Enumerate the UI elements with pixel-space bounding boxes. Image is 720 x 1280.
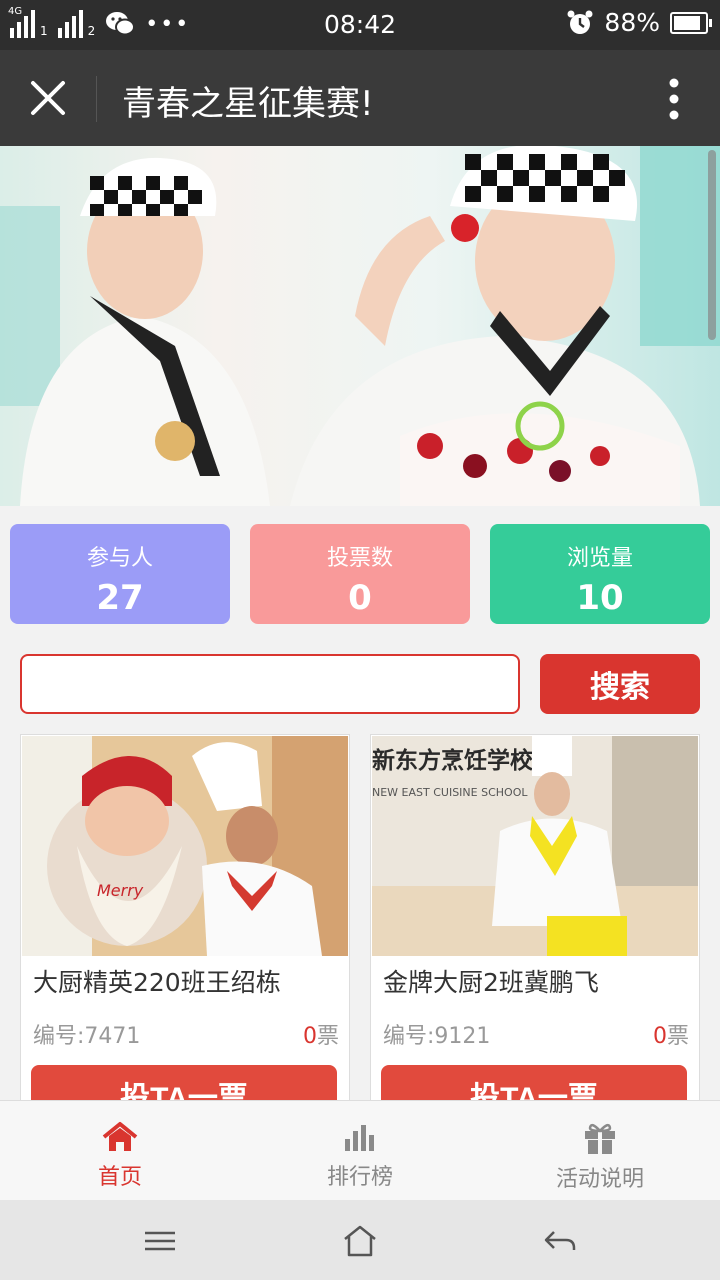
stat-value: 0 [348, 578, 372, 618]
entry-number: 编号:9121 [383, 1024, 491, 1049]
chefs-illustration [0, 146, 720, 506]
title-divider [96, 76, 97, 122]
search-input[interactable] [20, 654, 520, 714]
search-button[interactable]: 搜索 [540, 654, 700, 714]
stat-participants: 参与人 27 [10, 524, 230, 624]
vote-unit: 票 [316, 1024, 339, 1049]
entry-card[interactable]: Merry 大厨精英220班王绍栋 编号:7471 0票 投TA一票 [20, 734, 350, 1114]
tab-label: 排行榜 [326, 1165, 393, 1190]
entry-photo[interactable]: 新东方烹饪学校 NEW EAST CUISINE SCHOOL [372, 736, 698, 956]
tab-ranking[interactable]: 排行榜 [240, 1101, 480, 1200]
bottom-tab-bar: 首页 排行榜 活动说明 [0, 1100, 720, 1200]
bar-chart-icon [345, 1125, 374, 1151]
entry-name: 金牌大厨2班冀鹏飞 [383, 968, 599, 997]
vote-unit: 票 [666, 1024, 689, 1049]
stat-label: 浏览量 [566, 546, 633, 571]
title-bar: 青春之星征集赛! [0, 50, 720, 146]
entry-number: 编号:7471 [33, 1024, 141, 1049]
chef-school-photo: 新东方烹饪学校 NEW EAST CUISINE SCHOOL [372, 736, 698, 956]
banner-image [0, 146, 720, 506]
home-icon [102, 1122, 138, 1151]
stats-row: 参与人 27 投票数 0 浏览量 10 [10, 524, 710, 624]
gift-icon [585, 1123, 615, 1154]
stat-value: 27 [96, 578, 144, 618]
entry-photo[interactable]: Merry [22, 736, 348, 956]
school-name-cn: 新东方烹饪学校 [372, 747, 534, 774]
tab-home[interactable]: 首页 [0, 1101, 240, 1200]
scrollbar[interactable] [708, 150, 716, 340]
status-bar: 4G 1 2 ••• 08:42 88% [0, 0, 720, 50]
entry-votes: 0票 [653, 1018, 689, 1050]
page-title: 青春之星征集赛! [122, 84, 374, 124]
entry-card[interactable]: 新东方烹饪学校 NEW EAST CUISINE SCHOOL 金牌大厨2班冀鹏… [370, 734, 700, 1114]
stat-value: 10 [576, 578, 624, 618]
stat-label: 参与人 [86, 546, 153, 571]
menu-icon[interactable] [142, 1224, 178, 1258]
vote-count: 0 [302, 1024, 317, 1049]
tab-label: 首页 [97, 1165, 142, 1190]
chef-santa-photo: Merry [22, 736, 348, 956]
stat-views: 浏览量 10 [490, 524, 710, 624]
battery-icon [670, 11, 712, 34]
school-name-en: NEW EAST CUISINE SCHOOL [372, 786, 528, 799]
tab-rules[interactable]: 活动说明 [480, 1101, 720, 1200]
stat-label: 投票数 [326, 546, 393, 571]
back-icon[interactable] [542, 1224, 578, 1258]
home-nav-icon[interactable] [342, 1224, 378, 1258]
svg-text:Merry: Merry [97, 881, 144, 900]
more-menu-icon[interactable] [668, 78, 680, 120]
battery-percent: 88% [604, 8, 660, 37]
alarm-icon [567, 10, 593, 34]
close-icon[interactable] [28, 78, 68, 118]
entry-name: 大厨精英220班王绍栋 [33, 968, 281, 997]
stat-votes: 投票数 0 [250, 524, 470, 624]
vote-count: 0 [652, 1024, 667, 1049]
system-nav-bar [0, 1200, 720, 1280]
tab-label: 活动说明 [555, 1167, 644, 1192]
entry-votes: 0票 [303, 1018, 339, 1050]
